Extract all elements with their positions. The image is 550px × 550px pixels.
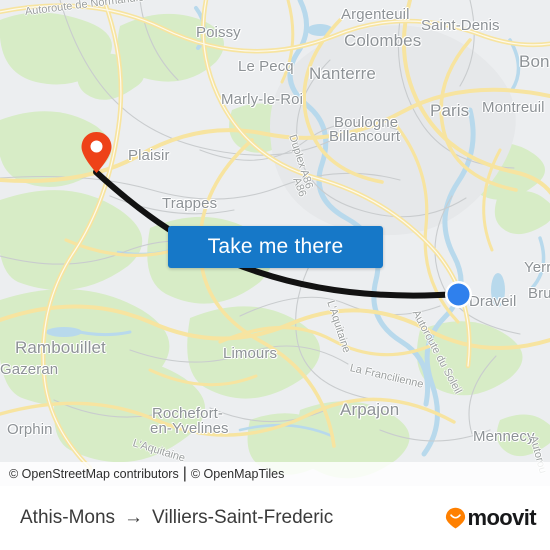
take-me-there-button[interactable]: Take me there bbox=[168, 226, 383, 268]
map-attribution: © OpenStreetMap contributors | © OpenMap… bbox=[0, 462, 550, 486]
moovit-route-widget: Poissy Argenteuil Saint-Denis Colombes Le Pe… bbox=[0, 0, 550, 550]
route-origin-label: Athis-Mons bbox=[20, 507, 116, 528]
route-summary: Athis-Mons → Villiers-Saint-Frederic bbox=[20, 507, 333, 529]
origin-marker-pin[interactable] bbox=[80, 131, 113, 174]
map-viewport[interactable]: Poissy Argenteuil Saint-Denis Colombes Le Pe… bbox=[0, 0, 550, 486]
attribution-osm[interactable]: © OpenStreetMap contributors bbox=[0, 467, 179, 481]
moovit-logo[interactable]: moovit bbox=[445, 505, 537, 531]
footer-bar: Athis-Mons → Villiers-Saint-Frederic moo… bbox=[0, 486, 550, 550]
arrow-right-icon: → bbox=[124, 507, 144, 528]
destination-marker-dot[interactable] bbox=[444, 280, 473, 309]
attribution-openmaptiles[interactable]: © OpenMapTiles bbox=[191, 467, 285, 481]
moovit-wordmark: moovit bbox=[467, 505, 536, 530]
attribution-separator: | bbox=[182, 465, 187, 482]
route-destination-label: Villiers-Saint-Frederic bbox=[152, 507, 334, 528]
moovit-pin-icon bbox=[446, 507, 466, 529]
